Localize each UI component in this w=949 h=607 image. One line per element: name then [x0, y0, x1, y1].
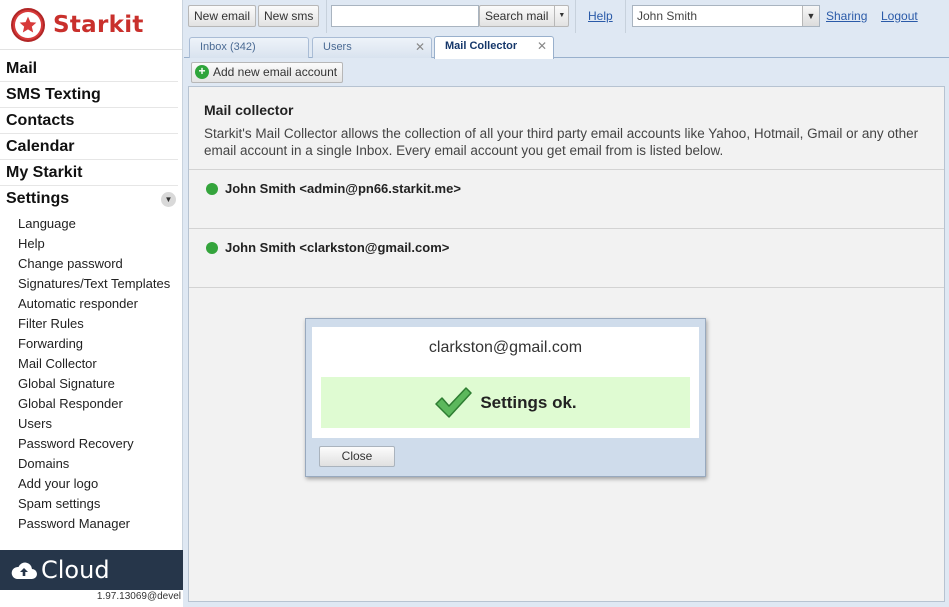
search-options-dropdown-icon[interactable]: ▼	[554, 6, 568, 26]
tab-label: Users	[323, 41, 352, 53]
star-logo-icon	[11, 7, 45, 42]
nav-item-calendar[interactable]: Calendar	[0, 134, 178, 160]
page-title: Mail collector	[204, 102, 294, 118]
cloud-banner[interactable]: Cloud	[0, 550, 183, 590]
help-link[interactable]: Help	[588, 9, 613, 23]
sidebar: Starkit Mail SMS Texting Contacts Calend…	[0, 0, 183, 607]
settings-item-change-password[interactable]: Change password	[0, 254, 182, 274]
main-nav: Mail SMS Texting Contacts Calendar My St…	[0, 56, 182, 212]
nav-item-mail[interactable]: Mail	[0, 56, 178, 82]
sharing-link[interactable]: Sharing	[826, 9, 867, 23]
status-dot-icon	[206, 183, 218, 195]
account-row[interactable]: John Smith <clarkston@gmail.com>	[189, 229, 944, 288]
nav-item-my-starkit[interactable]: My Starkit	[0, 160, 178, 186]
chevron-down-icon[interactable]: ▼	[802, 6, 819, 26]
toolbar-divider	[625, 0, 626, 33]
account-label: John Smith <admin@pn66.starkit.me>	[225, 181, 461, 196]
plus-circle-icon: +	[195, 65, 209, 79]
close-icon[interactable]: ✕	[537, 37, 547, 56]
settings-item-automatic-responder[interactable]: Automatic responder	[0, 294, 182, 314]
search-mail-label: Search mail	[485, 9, 549, 23]
tab-label: Mail Collector	[445, 40, 518, 52]
settings-item-global-responder[interactable]: Global Responder	[0, 394, 182, 414]
account-row[interactable]: John Smith <admin@pn66.starkit.me>	[189, 170, 944, 229]
close-icon[interactable]: ✕	[415, 38, 425, 57]
version-label: 1.97.13069@devel	[0, 590, 183, 607]
tab-label: Inbox (342)	[200, 41, 256, 53]
settings-item-add-your-logo[interactable]: Add your logo	[0, 474, 182, 494]
settings-item-global-signature[interactable]: Global Signature	[0, 374, 182, 394]
success-text: Settings ok.	[480, 392, 577, 412]
page-description: Starkit's Mail Collector allows the coll…	[204, 126, 919, 158]
logout-link[interactable]: Logout	[881, 9, 918, 23]
nav-item-sms-texting[interactable]: SMS Texting	[0, 82, 178, 108]
settings-item-password-manager[interactable]: Password Manager	[0, 514, 182, 534]
add-email-account-button[interactable]: + Add new email account	[191, 62, 344, 83]
tab-users[interactable]: Users ✕	[312, 37, 432, 58]
nav-item-settings-label: Settings	[6, 190, 70, 207]
tab-mail-collector[interactable]: Mail Collector ✕	[434, 36, 554, 59]
settings-result-dialog: clarkston@gmail.com Settings ok. Close	[305, 318, 706, 477]
settings-item-password-recovery[interactable]: Password Recovery	[0, 434, 182, 454]
settings-item-users[interactable]: Users	[0, 414, 182, 434]
tab-bar: Inbox (342) Users ✕ Mail Collector ✕	[184, 35, 949, 59]
settings-item-mail-collector[interactable]: Mail Collector	[0, 354, 182, 374]
add-email-account-label: Add new email account	[213, 65, 338, 79]
close-button[interactable]: Close	[319, 446, 395, 467]
brand-name: Starkit	[53, 11, 144, 38]
settings-item-forwarding[interactable]: Forwarding	[0, 334, 182, 354]
settings-submenu: Language Help Change password Signatures…	[0, 214, 182, 534]
settings-item-domains[interactable]: Domains	[0, 454, 182, 474]
logo[interactable]: Starkit	[0, 0, 182, 50]
cloud-label: Cloud	[41, 556, 110, 584]
toolbar-divider	[326, 0, 327, 33]
nav-item-settings[interactable]: Settings ▼	[0, 186, 178, 212]
settings-item-filter-rules[interactable]: Filter Rules	[0, 314, 182, 334]
nav-item-contacts[interactable]: Contacts	[0, 108, 178, 134]
status-dot-icon	[206, 242, 218, 254]
tab-inbox[interactable]: Inbox (342)	[189, 37, 309, 58]
top-toolbar: New email New sms Search mail ▼ Help Joh…	[184, 0, 949, 33]
cloud-upload-icon	[11, 562, 38, 579]
settings-item-spam-settings[interactable]: Spam settings	[0, 494, 182, 514]
new-sms-button[interactable]: New sms	[258, 5, 320, 27]
settings-item-help[interactable]: Help	[0, 234, 182, 254]
new-email-button[interactable]: New email	[188, 5, 257, 27]
dialog-body: clarkston@gmail.com Settings ok.	[312, 327, 699, 438]
success-message: Settings ok.	[321, 377, 690, 428]
dialog-email: clarkston@gmail.com	[428, 339, 583, 356]
settings-item-signatures[interactable]: Signatures/Text Templates	[0, 274, 182, 294]
checkmark-icon	[435, 386, 473, 418]
user-select-value: John Smith	[637, 9, 698, 23]
search-mail-button[interactable]: Search mail ▼	[479, 5, 570, 27]
toolbar-divider	[575, 0, 576, 33]
account-label: John Smith <clarkston@gmail.com>	[225, 240, 450, 255]
settings-item-language[interactable]: Language	[0, 214, 182, 234]
chevron-down-icon[interactable]: ▼	[161, 192, 176, 207]
user-select[interactable]: John Smith ▼	[632, 5, 820, 27]
mail-collector-header: Mail collector Starkit's Mail Collector …	[189, 87, 944, 170]
search-input[interactable]	[331, 5, 479, 27]
